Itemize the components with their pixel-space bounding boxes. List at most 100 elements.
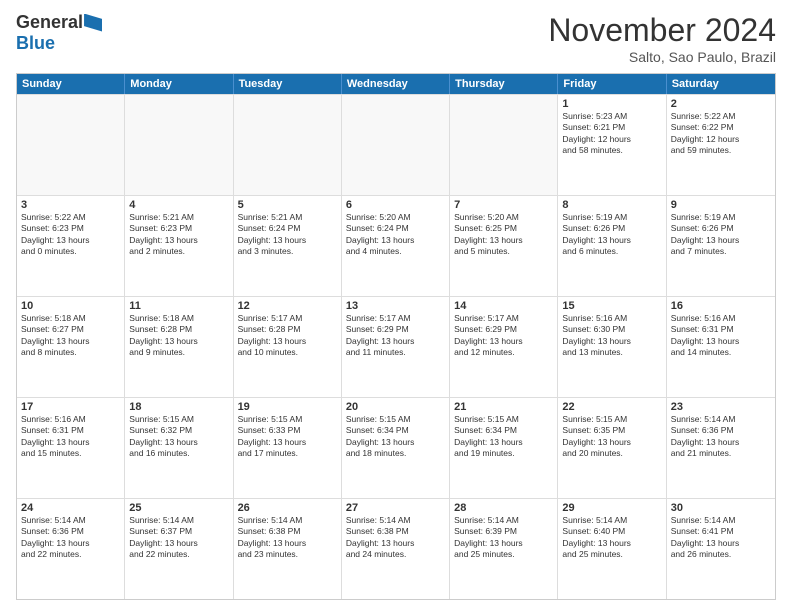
header: General Blue November 2024 Salto, Sao Pa… bbox=[16, 12, 776, 65]
day-number: 18 bbox=[129, 401, 228, 413]
cell-info: Sunrise: 5:17 AM Sunset: 6:28 PM Dayligh… bbox=[238, 313, 337, 359]
cal-cell: 21Sunrise: 5:15 AM Sunset: 6:34 PM Dayli… bbox=[450, 398, 558, 498]
cal-cell: 9Sunrise: 5:19 AM Sunset: 6:26 PM Daylig… bbox=[667, 196, 775, 296]
header-day-sunday: Sunday bbox=[17, 74, 125, 94]
day-number: 27 bbox=[346, 502, 445, 514]
cal-cell: 22Sunrise: 5:15 AM Sunset: 6:35 PM Dayli… bbox=[558, 398, 666, 498]
cal-cell: 25Sunrise: 5:14 AM Sunset: 6:37 PM Dayli… bbox=[125, 499, 233, 599]
day-number: 19 bbox=[238, 401, 337, 413]
cal-cell: 16Sunrise: 5:16 AM Sunset: 6:31 PM Dayli… bbox=[667, 297, 775, 397]
header-day-monday: Monday bbox=[125, 74, 233, 94]
month-title: November 2024 bbox=[548, 12, 776, 49]
cal-cell bbox=[17, 95, 125, 195]
cal-cell: 2Sunrise: 5:22 AM Sunset: 6:22 PM Daylig… bbox=[667, 95, 775, 195]
logo-icon bbox=[84, 14, 102, 32]
calendar: SundayMondayTuesdayWednesdayThursdayFrid… bbox=[16, 73, 776, 600]
cal-cell: 28Sunrise: 5:14 AM Sunset: 6:39 PM Dayli… bbox=[450, 499, 558, 599]
cal-row-1: 3Sunrise: 5:22 AM Sunset: 6:23 PM Daylig… bbox=[17, 195, 775, 296]
cell-info: Sunrise: 5:17 AM Sunset: 6:29 PM Dayligh… bbox=[346, 313, 445, 359]
cal-cell: 10Sunrise: 5:18 AM Sunset: 6:27 PM Dayli… bbox=[17, 297, 125, 397]
cell-info: Sunrise: 5:15 AM Sunset: 6:34 PM Dayligh… bbox=[346, 414, 445, 460]
cal-cell: 13Sunrise: 5:17 AM Sunset: 6:29 PM Dayli… bbox=[342, 297, 450, 397]
cell-info: Sunrise: 5:15 AM Sunset: 6:34 PM Dayligh… bbox=[454, 414, 553, 460]
header-day-wednesday: Wednesday bbox=[342, 74, 450, 94]
header-day-thursday: Thursday bbox=[450, 74, 558, 94]
cell-info: Sunrise: 5:14 AM Sunset: 6:39 PM Dayligh… bbox=[454, 515, 553, 561]
cal-cell bbox=[125, 95, 233, 195]
cal-cell bbox=[234, 95, 342, 195]
cal-row-3: 17Sunrise: 5:16 AM Sunset: 6:31 PM Dayli… bbox=[17, 397, 775, 498]
logo: General Blue bbox=[16, 12, 103, 54]
cal-cell: 24Sunrise: 5:14 AM Sunset: 6:36 PM Dayli… bbox=[17, 499, 125, 599]
header-day-saturday: Saturday bbox=[667, 74, 775, 94]
day-number: 12 bbox=[238, 300, 337, 312]
cal-cell: 26Sunrise: 5:14 AM Sunset: 6:38 PM Dayli… bbox=[234, 499, 342, 599]
cell-info: Sunrise: 5:14 AM Sunset: 6:36 PM Dayligh… bbox=[21, 515, 120, 561]
logo-blue: Blue bbox=[16, 33, 55, 54]
cal-cell: 12Sunrise: 5:17 AM Sunset: 6:28 PM Dayli… bbox=[234, 297, 342, 397]
day-number: 15 bbox=[562, 300, 661, 312]
cal-cell: 11Sunrise: 5:18 AM Sunset: 6:28 PM Dayli… bbox=[125, 297, 233, 397]
cell-info: Sunrise: 5:14 AM Sunset: 6:41 PM Dayligh… bbox=[671, 515, 771, 561]
day-number: 9 bbox=[671, 199, 771, 211]
cal-cell: 17Sunrise: 5:16 AM Sunset: 6:31 PM Dayli… bbox=[17, 398, 125, 498]
cal-cell: 7Sunrise: 5:20 AM Sunset: 6:25 PM Daylig… bbox=[450, 196, 558, 296]
calendar-header: SundayMondayTuesdayWednesdayThursdayFrid… bbox=[17, 74, 775, 94]
cell-info: Sunrise: 5:14 AM Sunset: 6:38 PM Dayligh… bbox=[238, 515, 337, 561]
day-number: 26 bbox=[238, 502, 337, 514]
day-number: 23 bbox=[671, 401, 771, 413]
cal-cell: 5Sunrise: 5:21 AM Sunset: 6:24 PM Daylig… bbox=[234, 196, 342, 296]
cal-cell: 23Sunrise: 5:14 AM Sunset: 6:36 PM Dayli… bbox=[667, 398, 775, 498]
cell-info: Sunrise: 5:14 AM Sunset: 6:37 PM Dayligh… bbox=[129, 515, 228, 561]
cell-info: Sunrise: 5:14 AM Sunset: 6:40 PM Dayligh… bbox=[562, 515, 661, 561]
cal-cell: 1Sunrise: 5:23 AM Sunset: 6:21 PM Daylig… bbox=[558, 95, 666, 195]
cal-cell: 19Sunrise: 5:15 AM Sunset: 6:33 PM Dayli… bbox=[234, 398, 342, 498]
cal-cell: 4Sunrise: 5:21 AM Sunset: 6:23 PM Daylig… bbox=[125, 196, 233, 296]
cal-cell: 3Sunrise: 5:22 AM Sunset: 6:23 PM Daylig… bbox=[17, 196, 125, 296]
day-number: 13 bbox=[346, 300, 445, 312]
cell-info: Sunrise: 5:14 AM Sunset: 6:36 PM Dayligh… bbox=[671, 414, 771, 460]
calendar-body: 1Sunrise: 5:23 AM Sunset: 6:21 PM Daylig… bbox=[17, 94, 775, 599]
logo-blue-text: Blue bbox=[16, 33, 55, 54]
day-number: 30 bbox=[671, 502, 771, 514]
day-number: 1 bbox=[562, 98, 661, 110]
cal-cell: 20Sunrise: 5:15 AM Sunset: 6:34 PM Dayli… bbox=[342, 398, 450, 498]
logo-general: General bbox=[16, 12, 83, 33]
cell-info: Sunrise: 5:15 AM Sunset: 6:33 PM Dayligh… bbox=[238, 414, 337, 460]
cell-info: Sunrise: 5:22 AM Sunset: 6:23 PM Dayligh… bbox=[21, 212, 120, 258]
cal-cell: 6Sunrise: 5:20 AM Sunset: 6:24 PM Daylig… bbox=[342, 196, 450, 296]
cell-info: Sunrise: 5:16 AM Sunset: 6:31 PM Dayligh… bbox=[671, 313, 771, 359]
cal-cell: 8Sunrise: 5:19 AM Sunset: 6:26 PM Daylig… bbox=[558, 196, 666, 296]
day-number: 2 bbox=[671, 98, 771, 110]
cal-cell bbox=[342, 95, 450, 195]
day-number: 7 bbox=[454, 199, 553, 211]
cell-info: Sunrise: 5:18 AM Sunset: 6:28 PM Dayligh… bbox=[129, 313, 228, 359]
day-number: 17 bbox=[21, 401, 120, 413]
title-area: November 2024 Salto, Sao Paulo, Brazil bbox=[548, 12, 776, 65]
cal-cell: 18Sunrise: 5:15 AM Sunset: 6:32 PM Dayli… bbox=[125, 398, 233, 498]
day-number: 24 bbox=[21, 502, 120, 514]
cal-cell: 27Sunrise: 5:14 AM Sunset: 6:38 PM Dayli… bbox=[342, 499, 450, 599]
day-number: 14 bbox=[454, 300, 553, 312]
day-number: 6 bbox=[346, 199, 445, 211]
day-number: 21 bbox=[454, 401, 553, 413]
day-number: 16 bbox=[671, 300, 771, 312]
cell-info: Sunrise: 5:16 AM Sunset: 6:30 PM Dayligh… bbox=[562, 313, 661, 359]
cell-info: Sunrise: 5:21 AM Sunset: 6:23 PM Dayligh… bbox=[129, 212, 228, 258]
cell-info: Sunrise: 5:15 AM Sunset: 6:35 PM Dayligh… bbox=[562, 414, 661, 460]
location: Salto, Sao Paulo, Brazil bbox=[548, 49, 776, 65]
cal-cell: 14Sunrise: 5:17 AM Sunset: 6:29 PM Dayli… bbox=[450, 297, 558, 397]
cal-row-2: 10Sunrise: 5:18 AM Sunset: 6:27 PM Dayli… bbox=[17, 296, 775, 397]
cal-cell: 15Sunrise: 5:16 AM Sunset: 6:30 PM Dayli… bbox=[558, 297, 666, 397]
cell-info: Sunrise: 5:17 AM Sunset: 6:29 PM Dayligh… bbox=[454, 313, 553, 359]
cal-cell: 29Sunrise: 5:14 AM Sunset: 6:40 PM Dayli… bbox=[558, 499, 666, 599]
cell-info: Sunrise: 5:21 AM Sunset: 6:24 PM Dayligh… bbox=[238, 212, 337, 258]
cal-row-0: 1Sunrise: 5:23 AM Sunset: 6:21 PM Daylig… bbox=[17, 94, 775, 195]
cell-info: Sunrise: 5:20 AM Sunset: 6:24 PM Dayligh… bbox=[346, 212, 445, 258]
header-day-friday: Friday bbox=[558, 74, 666, 94]
day-number: 5 bbox=[238, 199, 337, 211]
day-number: 20 bbox=[346, 401, 445, 413]
cell-info: Sunrise: 5:14 AM Sunset: 6:38 PM Dayligh… bbox=[346, 515, 445, 561]
day-number: 10 bbox=[21, 300, 120, 312]
cell-info: Sunrise: 5:16 AM Sunset: 6:31 PM Dayligh… bbox=[21, 414, 120, 460]
